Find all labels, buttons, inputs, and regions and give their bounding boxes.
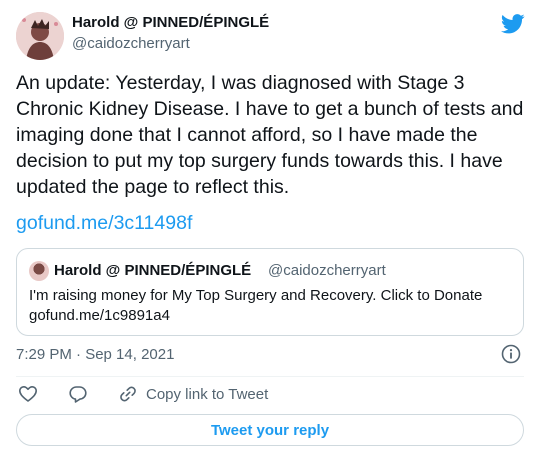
twitter-bird-icon[interactable] [501, 14, 525, 34]
tweet-card: Harold @ PINNED/ÉPINGLÉ @caidozcherryart… [0, 0, 540, 462]
quoted-author-handle: @caidozcherryart [268, 262, 386, 279]
quoted-text: I'm raising money for My Top Surgery and… [29, 287, 483, 324]
info-icon[interactable] [501, 344, 521, 364]
author-name[interactable]: Harold @ PINNED/ÉPINGLÉ [72, 14, 269, 31]
quoted-tweet[interactable]: Harold @ PINNED/ÉPINGLÉ @caidozcherryart… [16, 248, 524, 336]
like-button[interactable] [18, 384, 38, 404]
divider [16, 376, 524, 377]
copy-link-label: Copy link to Tweet [146, 385, 269, 403]
reply-action-button[interactable] [68, 384, 88, 404]
heart-icon [19, 386, 37, 402]
tweet-timestamp[interactable]: 7:29 PM · Sep 14, 2021 [16, 346, 174, 363]
quoted-avatar [29, 261, 49, 281]
tweet-text: An update: Yesterday, I was diagnosed wi… [16, 72, 524, 198]
tweet-link[interactable]: gofund.me/3c11498f [16, 212, 192, 235]
author-handle[interactable]: @caidozcherryart [72, 35, 190, 52]
reply-icon [69, 386, 87, 403]
tweet-your-reply-button[interactable]: Tweet your reply [16, 414, 524, 446]
avatar[interactable] [16, 12, 64, 60]
quoted-author-name: Harold @ PINNED/ÉPINGLÉ [54, 262, 252, 279]
copy-link-button[interactable]: Copy link to Tweet [118, 384, 268, 404]
link-icon [120, 386, 136, 402]
